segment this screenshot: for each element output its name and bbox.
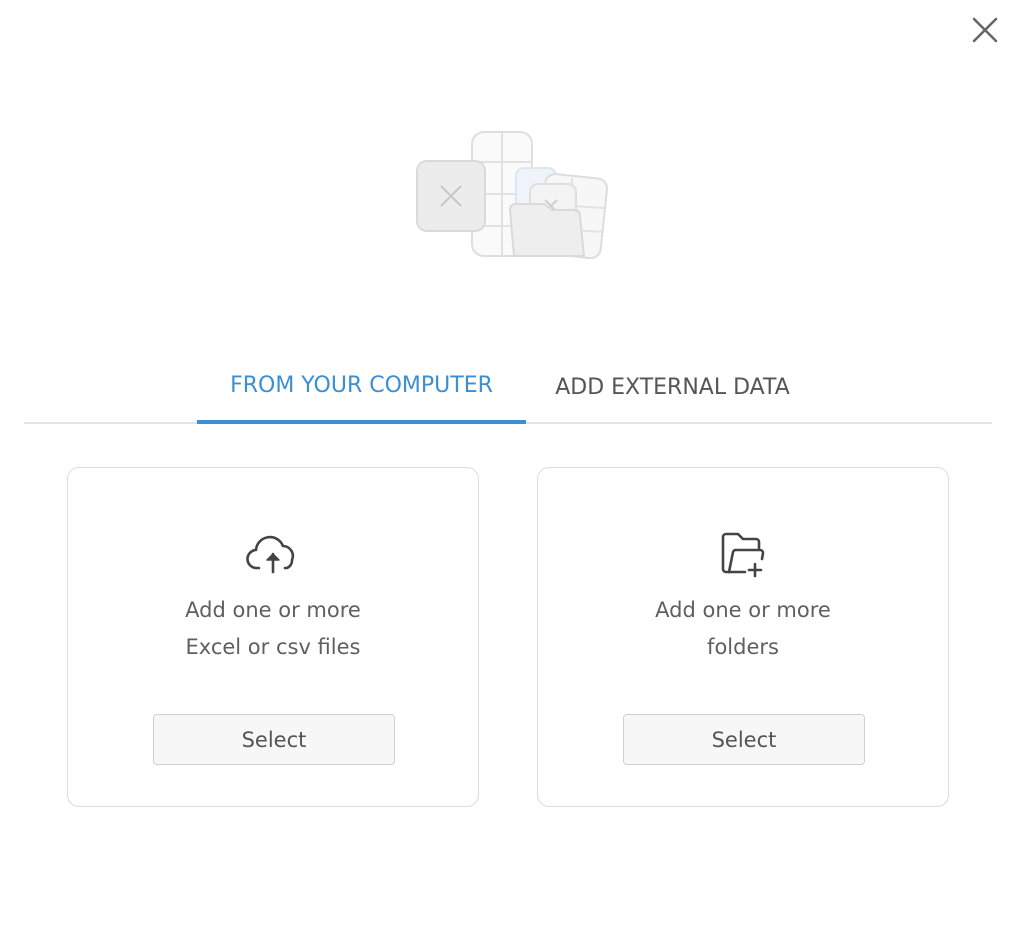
- upload-files-line1: Add one or more: [185, 598, 361, 622]
- upload-modal: FROM YOUR COMPUTER ADD EXTERNAL DATA Add…: [0, 0, 1024, 935]
- folder-add-icon: [715, 530, 771, 578]
- close-button[interactable]: [966, 10, 1004, 50]
- select-files-button[interactable]: Select: [153, 714, 395, 765]
- upload-files-description: Add one or more Excel or csv files: [68, 592, 478, 666]
- cloud-upload-icon: [245, 530, 301, 578]
- upload-folders-description: Add one or more folders: [538, 592, 948, 666]
- files-illustration: [412, 128, 612, 264]
- upload-folders-card: Add one or more folders Select: [537, 467, 949, 807]
- upload-files-line2: Excel or csv files: [185, 635, 361, 659]
- upload-folders-line2: folders: [707, 635, 779, 659]
- upload-files-card: Add one or more Excel or csv files Selec…: [67, 467, 479, 807]
- tab-from-your-computer[interactable]: FROM YOUR COMPUTER: [197, 350, 526, 424]
- close-icon: [972, 17, 998, 43]
- tab-add-external-data[interactable]: ADD EXTERNAL DATA: [544, 350, 801, 424]
- source-tabs: FROM YOUR COMPUTER ADD EXTERNAL DATA: [24, 350, 992, 424]
- spreadsheet-files-icon: [416, 131, 609, 260]
- upload-folders-line1: Add one or more: [655, 598, 831, 622]
- select-folders-button[interactable]: Select: [623, 714, 865, 765]
